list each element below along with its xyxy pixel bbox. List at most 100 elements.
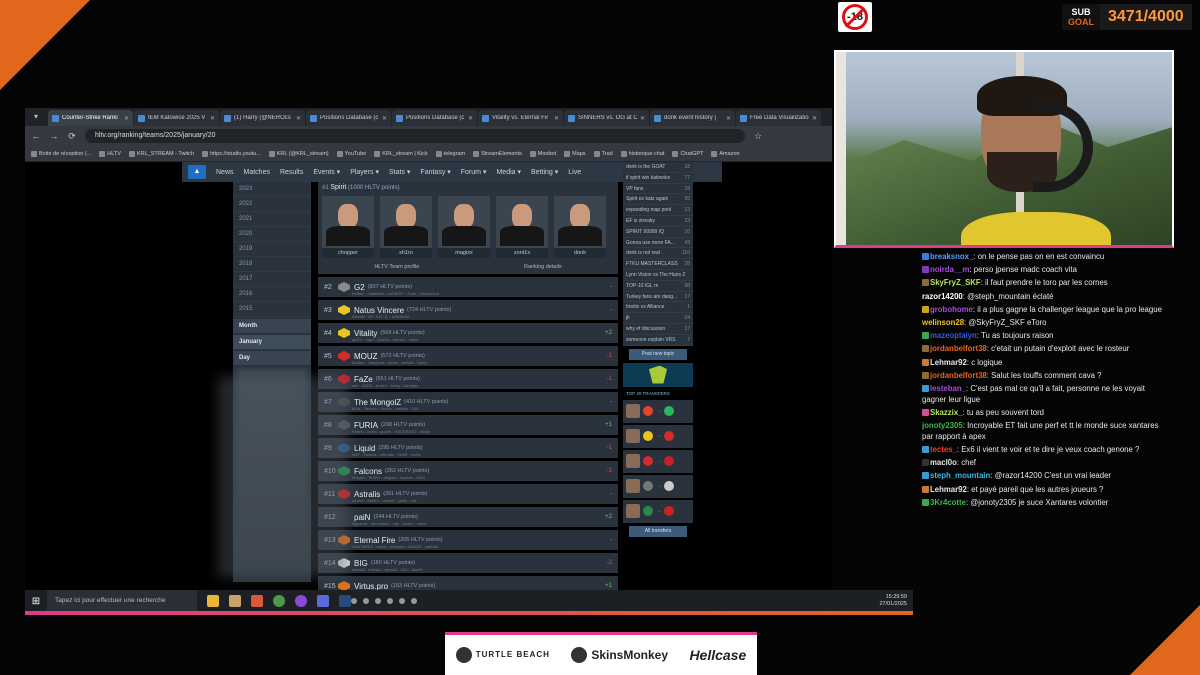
year-option[interactable]: 2015	[233, 302, 311, 317]
year-option[interactable]: 2020	[233, 227, 311, 242]
team-row[interactable]: #13 Eternal Fire (205 HLTV points) XANTARES…	[318, 530, 618, 550]
chat-username[interactable]: Lehmar92	[930, 358, 967, 367]
browser-tab[interactable]: IEM Katowice 2025 V ✕	[134, 110, 219, 126]
reload-icon[interactable]: ⟳	[67, 131, 77, 142]
forward-icon[interactable]: →	[49, 131, 59, 141]
bookmark-item[interactable]: Maps	[564, 150, 586, 157]
close-icon[interactable]: ✕	[812, 115, 817, 122]
close-icon[interactable]: ✕	[554, 115, 559, 122]
browser-tab[interactable]: Counter-Strike Ranki ✕	[48, 110, 133, 126]
bookmark-item[interactable]: telegram	[435, 150, 465, 157]
bookmark-item[interactable]: KRL_STREAM - Twitch	[128, 150, 194, 157]
hltv-nav-item[interactable]: Betting ▾	[531, 168, 558, 176]
forum-thread[interactable]: expanding map pool 13	[623, 205, 693, 216]
chat-username[interactable]: grobohome	[930, 305, 973, 314]
hltv-nav-item[interactable]: Players ▾	[350, 168, 379, 176]
chat-username[interactable]: tectes_	[930, 445, 957, 454]
team-row[interactable]: #9 Liquid (295 HLTV points) NAF - Twistzz -…	[318, 438, 618, 458]
transfer-item[interactable]: →	[623, 474, 693, 498]
year-option[interactable]: 2022	[233, 197, 311, 212]
hltv-nav-item[interactable]: Fantasy ▾	[420, 168, 450, 176]
discord-icon[interactable]	[317, 595, 329, 607]
browser-tab[interactable]: Free Data Visualizatio ✕	[736, 110, 821, 126]
team-row[interactable]: #14 BIG (180 HLTV points) tabseN - Krimbo -…	[318, 553, 618, 573]
hltv-nav-item[interactable]: Stats ▾	[389, 168, 410, 176]
team-row[interactable]: #3 Natus Vincere (724 HLTV points) Aleksib …	[318, 300, 618, 320]
close-icon[interactable]: ✕	[296, 115, 301, 122]
team-row[interactable]: #7 The MongolZ (410 HLTV points) bLitz - Te…	[318, 392, 618, 412]
ranking-details-link[interactable]: Ranking details	[524, 264, 562, 270]
chat-username[interactable]: macl0o	[930, 458, 957, 467]
forum-thread[interactable]: Lynn Vision vs The Huns 2	[623, 270, 693, 281]
bookmark-item[interactable]: Moobot	[529, 150, 556, 157]
forum-thread[interactable]: why ef discussion 37	[623, 324, 693, 335]
hltv-nav-item[interactable]: Live	[568, 169, 581, 176]
bookmark-item[interactable]: historique chat	[620, 150, 664, 157]
forum-thread[interactable]: TOP-10 IGL m 98	[623, 281, 693, 292]
forum-thread[interactable]: someone explain VRS 7	[623, 335, 693, 346]
post-new-topic-button[interactable]: Post new topic	[629, 348, 687, 360]
hltv-nav-item[interactable]: Forum ▾	[461, 168, 487, 176]
year-option[interactable]: 2018	[233, 257, 311, 272]
tray-icon[interactable]	[375, 598, 381, 604]
forum-thread[interactable]: VP fans 18	[623, 184, 693, 195]
hltv-nav-item[interactable]: Results	[280, 169, 303, 176]
hltv-logo-icon[interactable]: ▲	[188, 165, 206, 179]
bookmark-item[interactable]: KRL_stream | Kick	[374, 150, 428, 157]
tray-icon[interactable]	[399, 598, 405, 604]
chat-username[interactable]: razor14200	[922, 292, 963, 301]
month-selected[interactable]: January	[233, 335, 311, 349]
close-icon[interactable]: ✕	[640, 115, 645, 122]
player-card[interactable]: zont1x	[496, 196, 548, 258]
app-icon[interactable]	[251, 595, 263, 607]
transfer-item[interactable]: →	[623, 399, 693, 423]
player-card[interactable]: chopper	[322, 196, 374, 258]
tray-icon[interactable]	[363, 598, 369, 604]
chat-username[interactable]: lesteban_	[930, 384, 966, 393]
team-row[interactable]: #10 Falcons (262 HLTV points) Magisk - TeSe…	[318, 461, 618, 481]
forum-thread[interactable]: jk 24	[623, 313, 693, 324]
hltv-nav-item[interactable]: News	[216, 169, 234, 176]
team-row[interactable]: #5 MOUZ (572 HLTV points) Brollan - Jimppha…	[318, 346, 618, 366]
star-icon[interactable]: ☆	[753, 131, 763, 142]
folder-icon[interactable]	[229, 595, 241, 607]
chat-username[interactable]: jordanbelfort38	[930, 344, 987, 353]
chat-username[interactable]: noirda__m	[930, 265, 969, 274]
browser-tab[interactable]: Positions Database (c ✕	[392, 110, 477, 126]
forum-thread[interactable]: Spirit ez katz again 55	[623, 194, 693, 206]
bookmark-item[interactable]: Boite de réception (...	[31, 150, 91, 157]
day-header[interactable]: Day	[233, 351, 311, 365]
close-icon[interactable]: ✕	[124, 115, 129, 122]
year-option[interactable]: 2023	[233, 182, 311, 197]
chat-username[interactable]: jonoty2305	[922, 421, 963, 430]
player-card[interactable]: donk	[554, 196, 606, 258]
year-option[interactable]: 2019	[233, 242, 311, 257]
forum-thread[interactable]: donk is not real 116	[623, 248, 693, 260]
player-card[interactable]: magixx	[438, 196, 490, 258]
month-header[interactable]: Month	[233, 319, 311, 333]
all-transfers-button[interactable]: All transfers	[629, 525, 687, 537]
forum-thread[interactable]: FTKU MASTERCLASS 28	[623, 259, 693, 270]
forum-thread[interactable]: if spirit win katowice 77	[623, 173, 693, 184]
forum-thread[interactable]: EF is streaky 23	[623, 216, 693, 227]
browser-tab[interactable]: Vitality vs. Eternal Fir ✕	[478, 110, 563, 126]
forum-thread[interactable]: Imolio vs Alliance 1	[623, 302, 693, 314]
bookmark-item[interactable]: HLTV	[99, 150, 121, 157]
team-row[interactable]: #4 Vitality (568 HLTV points) apEX - ropz -…	[318, 323, 618, 343]
close-icon[interactable]: ✕	[468, 115, 473, 122]
bookmark-item[interactable]: KRL (@KRL_stream)	[268, 150, 329, 157]
tray-icon[interactable]	[387, 598, 393, 604]
chat-username[interactable]: mazeoplaiyn	[930, 331, 977, 340]
year-option[interactable]: 2021	[233, 212, 311, 227]
team-row[interactable]: #12 paiN (244 HLTV points) biguzera - dav1d…	[318, 507, 618, 527]
browser-tab[interactable]: Positions Database (c ✕	[306, 110, 391, 126]
bookmark-item[interactable]: https://studio.youtu...	[202, 150, 261, 157]
chat-username[interactable]: welinson28	[922, 318, 964, 327]
year-option[interactable]: 2016	[233, 287, 311, 302]
url-input[interactable]: hltv.org/ranking/teams/2025/january/20	[85, 129, 745, 143]
team-profile-link[interactable]: HLTV Team profile	[374, 264, 419, 270]
windows-start-icon[interactable]: ⊞	[25, 596, 47, 607]
bookmark-item[interactable]: StreamElements	[473, 150, 522, 157]
tab-search-icon[interactable]: ▾	[29, 110, 43, 124]
browser-tab[interactable]: (1) Harry (@NEROcs ✕	[220, 110, 305, 126]
